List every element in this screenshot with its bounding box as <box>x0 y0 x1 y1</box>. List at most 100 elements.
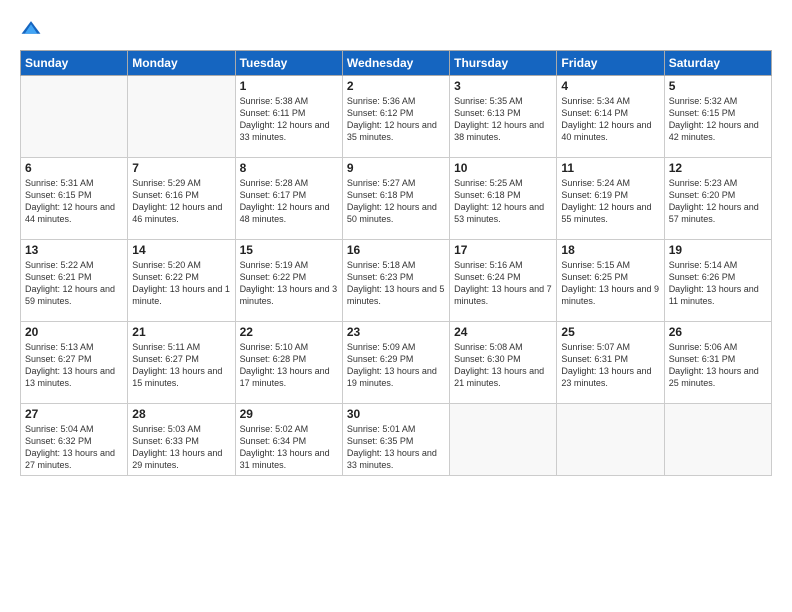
calendar-cell: 11Sunrise: 5:24 AM Sunset: 6:19 PM Dayli… <box>557 158 664 240</box>
calendar-cell: 14Sunrise: 5:20 AM Sunset: 6:22 PM Dayli… <box>128 240 235 322</box>
weekday-header-friday: Friday <box>557 51 664 76</box>
day-info: Sunrise: 5:14 AM Sunset: 6:26 PM Dayligh… <box>669 259 767 308</box>
weekday-header-sunday: Sunday <box>21 51 128 76</box>
day-info: Sunrise: 5:34 AM Sunset: 6:14 PM Dayligh… <box>561 95 659 144</box>
day-number: 30 <box>347 407 445 421</box>
calendar-cell: 1 Sunrise: 5:38 AM Sunset: 6:11 PM Daylig… <box>235 76 342 158</box>
calendar-cell: 3 Sunrise: 5:35 AM Sunset: 6:13 PM Daylig… <box>450 76 557 158</box>
day-number: 6 <box>25 161 123 175</box>
day-number: 13 <box>25 243 123 257</box>
calendar-cell <box>128 76 235 158</box>
day-info: Sunrise: 5:22 AM Sunset: 6:21 PM Dayligh… <box>25 259 123 308</box>
day-info: Sunrise: 5:35 AM Sunset: 6:13 PM Dayligh… <box>454 95 552 144</box>
day-info: Sunrise: 5:23 AM Sunset: 6:20 PM Dayligh… <box>669 177 767 226</box>
day-info: Sunrise: 5:19 AM Sunset: 6:22 PM Dayligh… <box>240 259 338 308</box>
calendar-cell: 4 Sunrise: 5:34 AM Sunset: 6:14 PM Daylig… <box>557 76 664 158</box>
day-info: Sunrise: 5:09 AM Sunset: 6:29 PM Dayligh… <box>347 341 445 390</box>
calendar-cell: 25Sunrise: 5:07 AM Sunset: 6:31 PM Dayli… <box>557 322 664 404</box>
logo-icon <box>20 18 42 40</box>
calendar-cell: 17 Sunrise: 5:16 AM Sunset: 6:24 PM Dayli… <box>450 240 557 322</box>
day-info: Sunrise: 5:25 AM Sunset: 6:18 PM Dayligh… <box>454 177 552 226</box>
logo <box>20 18 46 40</box>
day-number: 8 <box>240 161 338 175</box>
calendar-cell: 29 Sunrise: 5:02 AM Sunset: 6:34 PM Dayli… <box>235 404 342 476</box>
calendar-cell <box>21 76 128 158</box>
calendar-cell: 30 Sunrise: 5:01 AM Sunset: 6:35 PM Dayli… <box>342 404 449 476</box>
day-info: Sunrise: 5:28 AM Sunset: 6:17 PM Dayligh… <box>240 177 338 226</box>
calendar-cell: 5 Sunrise: 5:32 AM Sunset: 6:15 PM Daylig… <box>664 76 771 158</box>
calendar-cell: 18 Sunrise: 5:15 AM Sunset: 6:25 PM Dayli… <box>557 240 664 322</box>
calendar-cell: 12 Sunrise: 5:23 AM Sunset: 6:20 PM Dayli… <box>664 158 771 240</box>
calendar-cell: 9Sunrise: 5:27 AM Sunset: 6:18 PM Daylig… <box>342 158 449 240</box>
day-number: 17 <box>454 243 552 257</box>
day-info: Sunrise: 5:06 AM Sunset: 6:31 PM Dayligh… <box>669 341 767 390</box>
day-number: 15 <box>240 243 338 257</box>
calendar-cell: 21 Sunrise: 5:11 AM Sunset: 6:27 PM Dayli… <box>128 322 235 404</box>
day-info: Sunrise: 5:11 AM Sunset: 6:27 PM Dayligh… <box>132 341 230 390</box>
calendar-cell: 23Sunrise: 5:09 AM Sunset: 6:29 PM Dayli… <box>342 322 449 404</box>
calendar-week-row: 6 Sunrise: 5:31 AM Sunset: 6:15 PM Daylig… <box>21 158 772 240</box>
day-number: 28 <box>132 407 230 421</box>
calendar-week-row: 13 Sunrise: 5:22 AM Sunset: 6:21 PM Dayli… <box>21 240 772 322</box>
day-info: Sunrise: 5:36 AM Sunset: 6:12 PM Dayligh… <box>347 95 445 144</box>
day-number: 27 <box>25 407 123 421</box>
weekday-header-saturday: Saturday <box>664 51 771 76</box>
day-number: 22 <box>240 325 338 339</box>
day-number: 7 <box>132 161 230 175</box>
day-number: 12 <box>669 161 767 175</box>
day-info: Sunrise: 5:31 AM Sunset: 6:15 PM Dayligh… <box>25 177 123 226</box>
calendar-table: SundayMondayTuesdayWednesdayThursdayFrid… <box>20 50 772 476</box>
calendar-cell: 19 Sunrise: 5:14 AM Sunset: 6:26 PM Dayli… <box>664 240 771 322</box>
day-number: 5 <box>669 79 767 93</box>
calendar-week-row: 27Sunrise: 5:04 AM Sunset: 6:32 PM Dayli… <box>21 404 772 476</box>
calendar-cell: 28 Sunrise: 5:03 AM Sunset: 6:33 PM Dayli… <box>128 404 235 476</box>
calendar-cell: 6 Sunrise: 5:31 AM Sunset: 6:15 PM Daylig… <box>21 158 128 240</box>
calendar-cell <box>664 404 771 476</box>
calendar-cell <box>450 404 557 476</box>
weekday-header-monday: Monday <box>128 51 235 76</box>
day-info: Sunrise: 5:02 AM Sunset: 6:34 PM Dayligh… <box>240 423 338 472</box>
calendar-cell: 7 Sunrise: 5:29 AM Sunset: 6:16 PM Daylig… <box>128 158 235 240</box>
day-number: 20 <box>25 325 123 339</box>
calendar-cell: 20 Sunrise: 5:13 AM Sunset: 6:27 PM Dayli… <box>21 322 128 404</box>
day-info: Sunrise: 5:13 AM Sunset: 6:27 PM Dayligh… <box>25 341 123 390</box>
calendar-cell: 24Sunrise: 5:08 AM Sunset: 6:30 PM Dayli… <box>450 322 557 404</box>
day-info: Sunrise: 5:01 AM Sunset: 6:35 PM Dayligh… <box>347 423 445 472</box>
calendar-cell: 10 Sunrise: 5:25 AM Sunset: 6:18 PM Dayli… <box>450 158 557 240</box>
calendar-cell: 8 Sunrise: 5:28 AM Sunset: 6:17 PM Daylig… <box>235 158 342 240</box>
calendar-cell: 15 Sunrise: 5:19 AM Sunset: 6:22 PM Dayli… <box>235 240 342 322</box>
day-info: Sunrise: 5:38 AM Sunset: 6:11 PM Dayligh… <box>240 95 338 144</box>
day-number: 3 <box>454 79 552 93</box>
calendar-header-row: SundayMondayTuesdayWednesdayThursdayFrid… <box>21 51 772 76</box>
calendar-cell: 16 Sunrise: 5:18 AM Sunset: 6:23 PM Dayli… <box>342 240 449 322</box>
day-number: 1 <box>240 79 338 93</box>
day-number: 10 <box>454 161 552 175</box>
calendar-cell: 2Sunrise: 5:36 AM Sunset: 6:12 PM Daylig… <box>342 76 449 158</box>
calendar-week-row: 1 Sunrise: 5:38 AM Sunset: 6:11 PM Daylig… <box>21 76 772 158</box>
day-info: Sunrise: 5:16 AM Sunset: 6:24 PM Dayligh… <box>454 259 552 308</box>
calendar-cell <box>557 404 664 476</box>
day-number: 4 <box>561 79 659 93</box>
day-info: Sunrise: 5:07 AM Sunset: 6:31 PM Dayligh… <box>561 341 659 390</box>
calendar-cell: 22Sunrise: 5:10 AM Sunset: 6:28 PM Dayli… <box>235 322 342 404</box>
day-number: 16 <box>347 243 445 257</box>
day-info: Sunrise: 5:32 AM Sunset: 6:15 PM Dayligh… <box>669 95 767 144</box>
day-number: 18 <box>561 243 659 257</box>
header-row <box>20 18 772 40</box>
day-number: 21 <box>132 325 230 339</box>
day-info: Sunrise: 5:29 AM Sunset: 6:16 PM Dayligh… <box>132 177 230 226</box>
day-info: Sunrise: 5:03 AM Sunset: 6:33 PM Dayligh… <box>132 423 230 472</box>
day-info: Sunrise: 5:24 AM Sunset: 6:19 PM Dayligh… <box>561 177 659 226</box>
day-number: 19 <box>669 243 767 257</box>
calendar-cell: 26Sunrise: 5:06 AM Sunset: 6:31 PM Dayli… <box>664 322 771 404</box>
day-info: Sunrise: 5:27 AM Sunset: 6:18 PM Dayligh… <box>347 177 445 226</box>
weekday-header-tuesday: Tuesday <box>235 51 342 76</box>
day-info: Sunrise: 5:15 AM Sunset: 6:25 PM Dayligh… <box>561 259 659 308</box>
day-info: Sunrise: 5:18 AM Sunset: 6:23 PM Dayligh… <box>347 259 445 308</box>
day-number: 24 <box>454 325 552 339</box>
calendar-week-row: 20 Sunrise: 5:13 AM Sunset: 6:27 PM Dayli… <box>21 322 772 404</box>
day-number: 14 <box>132 243 230 257</box>
page: SundayMondayTuesdayWednesdayThursdayFrid… <box>0 0 792 612</box>
weekday-header-wednesday: Wednesday <box>342 51 449 76</box>
day-number: 29 <box>240 407 338 421</box>
